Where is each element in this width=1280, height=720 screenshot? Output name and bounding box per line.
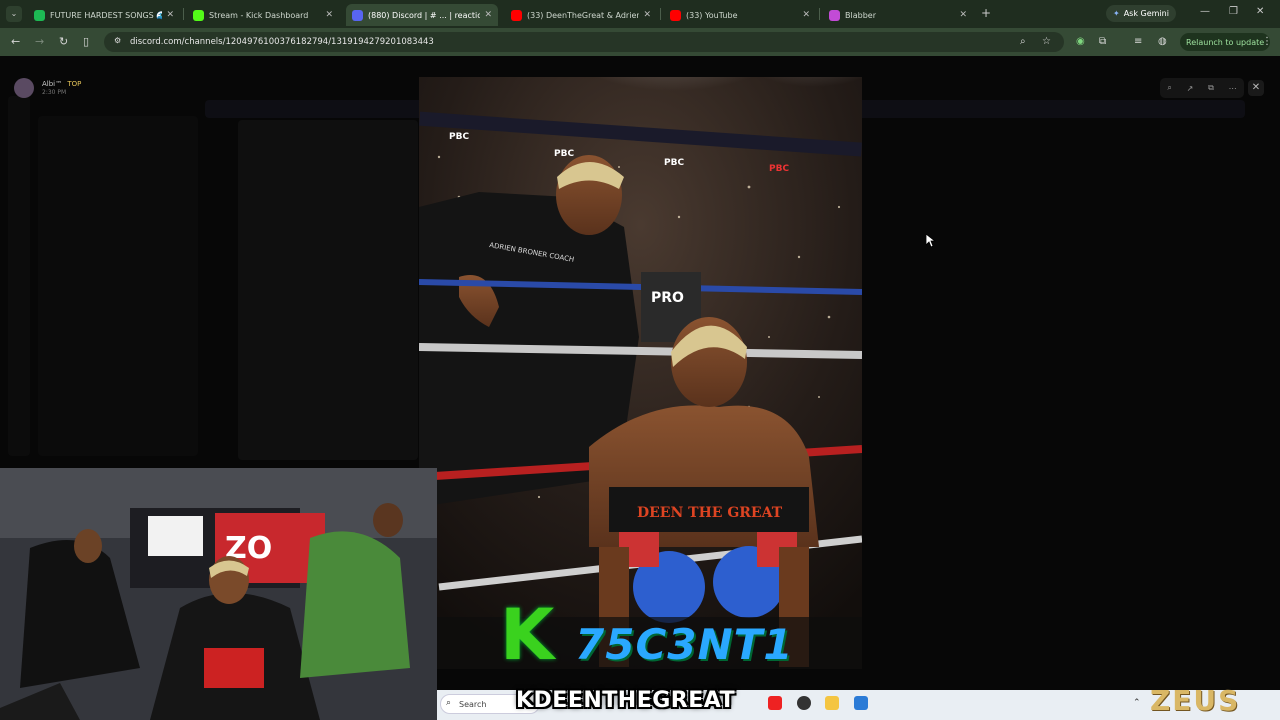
browser-tab[interactable]: (880) Discord | # ... | reactions ✕	[346, 4, 498, 26]
share-icon[interactable]: ↗	[1187, 84, 1194, 93]
tab-search-button[interactable]: ⌄	[6, 6, 22, 22]
url-text[interactable]: discord.com/channels/1204976100376182794…	[130, 37, 434, 47]
message-author: Albi™ TOP	[42, 80, 81, 88]
tab-favicon-icon	[511, 9, 522, 21]
tab-strip: ⌄ FUTURE HARDEST SONGS 🌊🔥✕Stream - Kick …	[0, 0, 1280, 28]
tab-favicon-icon	[34, 9, 45, 21]
browser-tab[interactable]: Blabber ✕	[823, 4, 973, 26]
tab-divider	[183, 8, 184, 20]
restore-button[interactable]: ❐	[1229, 6, 1238, 17]
svg-text:PBC: PBC	[664, 158, 684, 168]
corner-sign-text: PRO	[651, 290, 684, 306]
ring-banner-text: PBC	[449, 132, 469, 142]
avatar[interactable]	[14, 78, 34, 98]
gemini-icon: ✦	[1113, 9, 1120, 18]
tab-favicon-icon	[829, 9, 840, 21]
webcam-overlay: ZO	[0, 468, 437, 720]
mouse-cursor-icon	[926, 234, 936, 248]
boxing-photo: PBC PBC PBC PBC ADRIEN BRONER COACH PRO …	[419, 77, 862, 669]
open-external-icon[interactable]: ⧉	[1208, 83, 1214, 93]
tab-divider	[819, 8, 820, 20]
site-info-icon[interactable]: ⚙	[114, 36, 121, 45]
tab-close-icon[interactable]: ✕	[643, 10, 651, 20]
forward-icon[interactable]: →	[35, 35, 44, 48]
tab-favicon-icon	[352, 9, 363, 21]
tab-title: Blabber	[845, 10, 876, 20]
obs-app-icon[interactable]	[797, 696, 811, 710]
zoom-icon[interactable]: ⌕	[1020, 36, 1026, 47]
tab-title: (880) Discord | # ... | reactions	[368, 10, 481, 20]
tab-close-icon[interactable]: ✕	[484, 10, 492, 20]
stream-tag: 75C3NT1	[575, 620, 794, 669]
close-window-button[interactable]: ✕	[1256, 6, 1264, 17]
file-explorer-icon[interactable]	[825, 696, 839, 710]
browser-tab[interactable]: (33) DeenTheGreat & Adrien Br...✕	[505, 4, 657, 26]
author-name: Albi™	[42, 80, 63, 88]
streamer-handle: KDEENTHEGREAT	[516, 688, 736, 713]
tab-close-icon[interactable]: ✕	[959, 10, 967, 20]
browser-tab[interactable]: FUTURE HARDEST SONGS 🌊🔥✕	[28, 4, 180, 26]
tray-chevron-icon[interactable]: ⌃	[1133, 698, 1141, 708]
new-tab-button[interactable]: +	[981, 6, 991, 20]
reload-icon[interactable]: ↻	[59, 35, 68, 48]
message-timestamp: 2:30 PM	[42, 89, 67, 96]
webcam-feed: ZO	[0, 468, 437, 720]
tab-divider	[660, 8, 661, 20]
tab-title: (33) YouTube	[686, 10, 738, 20]
kick-logo: K	[500, 594, 555, 676]
tab-title: (33) DeenTheGreat & Adrien Br...	[527, 10, 640, 20]
profile-icon[interactable]: ◍	[1158, 36, 1167, 47]
svg-text:PBC: PBC	[554, 149, 574, 159]
tab-close-icon[interactable]: ✕	[325, 10, 333, 20]
tab-groups-icon[interactable]: ≡	[1134, 36, 1142, 47]
extensions-puzzle-icon[interactable]: ⧉	[1099, 36, 1106, 47]
bookmark-star-icon[interactable]: ☆	[1042, 36, 1051, 47]
menu-icon[interactable]: ⋮	[1262, 36, 1272, 47]
ask-gemini-button[interactable]: ✦ Ask Gemini	[1106, 5, 1176, 22]
tab-close-icon[interactable]: ✕	[166, 10, 174, 20]
taskbar-search-label: Search	[459, 699, 487, 709]
side-panel-icon[interactable]: ▯	[83, 35, 89, 48]
more-icon[interactable]: ⋯	[1229, 84, 1237, 93]
viewer-controls: ⌕ ↗ ⧉ ⋯	[1160, 78, 1244, 98]
browser-tab[interactable]: Stream - Kick Dashboard ✕	[187, 4, 339, 26]
back-icon[interactable]: ←	[11, 35, 20, 48]
tab-title: FUTURE HARDEST SONGS 🌊🔥	[50, 10, 163, 20]
zoom-icon[interactable]: ⌕	[1167, 83, 1171, 93]
image-viewer-photo[interactable]: PBC PBC PBC PBC ADRIEN BRONER COACH PRO …	[419, 77, 862, 669]
extension-icon[interactable]: ◉	[1076, 36, 1085, 47]
close-viewer-button[interactable]: ✕	[1248, 80, 1264, 96]
brand-watermark: ZEUS	[1150, 684, 1241, 717]
tab-favicon-icon	[193, 9, 204, 21]
tab-favicon-icon	[670, 9, 681, 21]
message-embed	[238, 120, 418, 460]
shorts-text: DEEN THE GREAT	[637, 505, 783, 521]
minimize-button[interactable]: —	[1200, 6, 1210, 17]
author-badge: TOP	[67, 80, 82, 88]
app-icon[interactable]	[854, 696, 868, 710]
taskbar-search-icon: ⌕	[446, 698, 452, 708]
youtube-app-icon[interactable]	[768, 696, 782, 710]
tab-title: Stream - Kick Dashboard	[209, 10, 309, 20]
tab-close-icon[interactable]: ✕	[802, 10, 810, 20]
browser-tab[interactable]: (33) YouTube ✕	[664, 4, 816, 26]
server-rail	[8, 96, 30, 456]
svg-text:PBC: PBC	[769, 164, 789, 174]
relaunch-button[interactable]: Relaunch to update	[1180, 33, 1271, 51]
ask-gemini-label: Ask Gemini	[1123, 9, 1169, 18]
channel-list	[38, 116, 198, 456]
